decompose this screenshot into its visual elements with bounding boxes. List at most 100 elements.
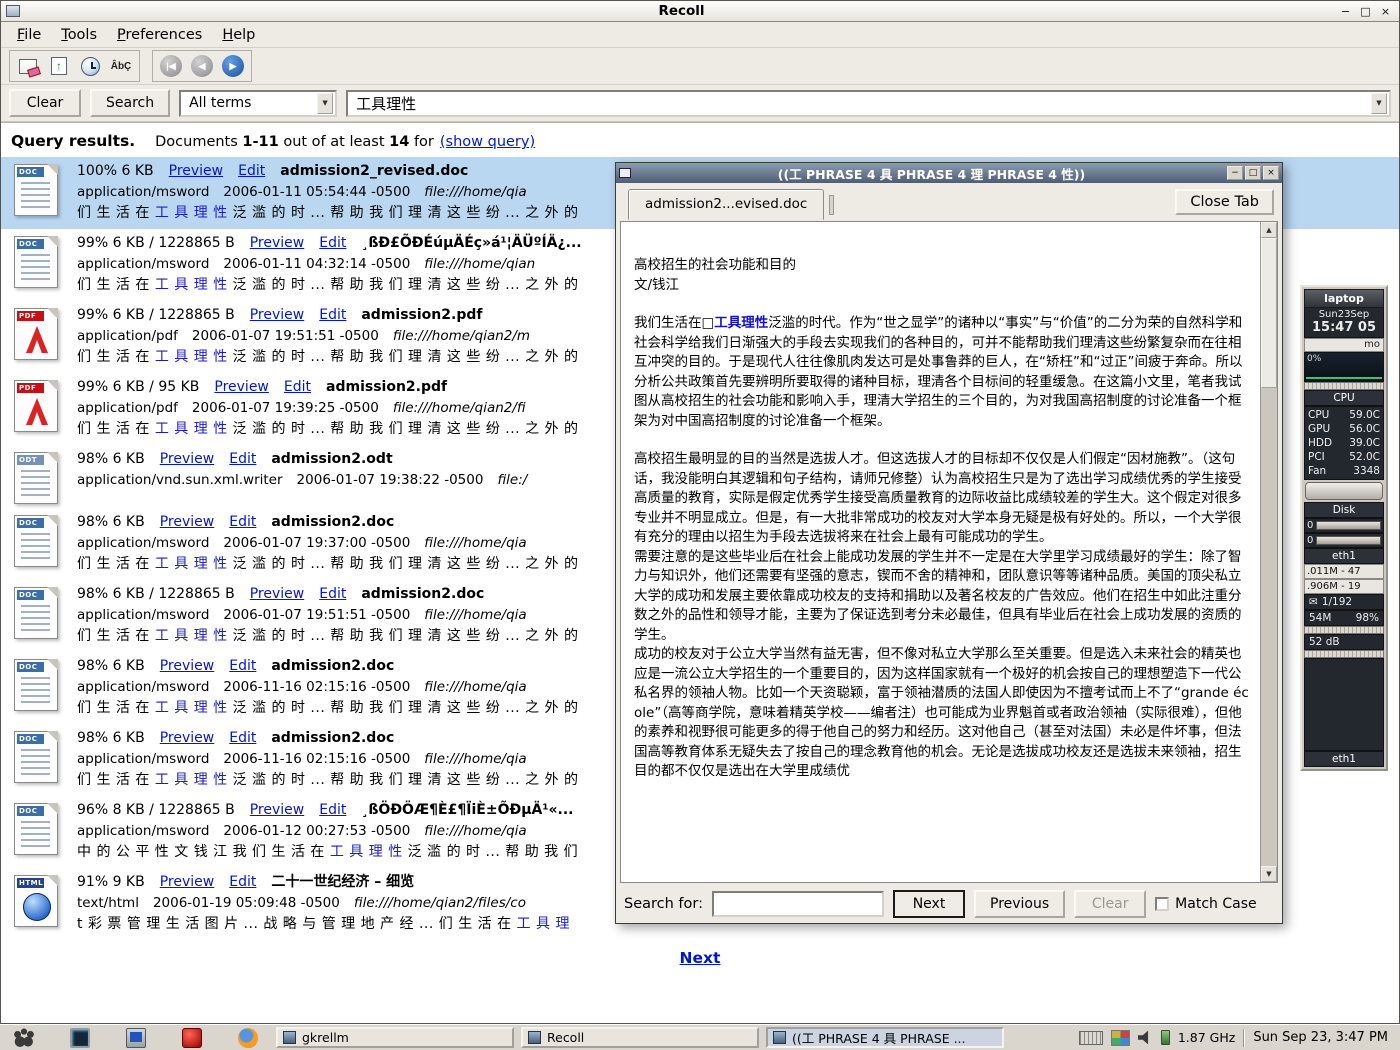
gkrellm-cpu-chart[interactable]: 0% bbox=[1304, 352, 1384, 382]
snippet-text: 们 生 活 在 bbox=[77, 277, 155, 293]
find-previous-button[interactable]: Previous bbox=[974, 890, 1065, 918]
document-type-icon: DOC bbox=[7, 800, 65, 864]
match-case-label: Match Case bbox=[1175, 896, 1256, 912]
preview-link[interactable]: Preview bbox=[214, 377, 269, 398]
workspace-pager-icon[interactable] bbox=[1111, 1030, 1130, 1046]
find-next-button[interactable]: Next bbox=[893, 890, 965, 918]
tab-grip bbox=[829, 195, 834, 215]
next-page-link[interactable]: Next bbox=[680, 949, 721, 967]
keyboard-layout-icon[interactable] bbox=[1079, 1031, 1103, 1045]
preview-link[interactable]: Preview bbox=[250, 584, 305, 605]
scroll-down-icon[interactable]: ▼ bbox=[1261, 866, 1277, 882]
edit-link[interactable]: Edit bbox=[284, 377, 311, 398]
page-lines bbox=[21, 821, 50, 848]
snippet-text: 泛 滥 的 时 ... 帮 助 我 们 理 清 这 些 纷 ... 之 外 的 bbox=[228, 421, 579, 437]
menu-item[interactable]: Tools bbox=[53, 24, 105, 46]
history-tool-button[interactable] bbox=[76, 53, 104, 79]
preview-link[interactable]: Preview bbox=[160, 449, 215, 470]
match-case-checkbox[interactable] bbox=[1155, 897, 1169, 911]
gkrellm-mail[interactable]: ✉ 1/192 bbox=[1304, 594, 1384, 610]
snippet-text: 泛 滥 的 时 ... 帮 助 我 们 理 清 这 些 纷 ... 之 外 的 bbox=[228, 277, 579, 293]
show-query-link[interactable]: (show query) bbox=[440, 134, 535, 150]
preview-paragraph: 成功的校友对于公立大学当然有益无害，但不像对私立大学那么至关重要。但是选入未来社… bbox=[634, 645, 1250, 782]
result-mime: text/html bbox=[77, 893, 139, 914]
package-icon[interactable] bbox=[182, 1028, 202, 1048]
save-results-tool-button[interactable]: ↑ bbox=[45, 53, 73, 79]
taskbar-clock[interactable]: Sun Sep 23, 3:47 PM bbox=[1253, 1030, 1388, 1045]
clear-button[interactable]: Clear bbox=[9, 89, 81, 117]
close-icon[interactable]: × bbox=[1377, 4, 1394, 19]
preview-link[interactable]: Preview bbox=[250, 233, 305, 254]
preview-content[interactable]: 高校招生的社会功能和目的 文/钱江 我们生活在□工具理性泛滥的时代。作为“世之显… bbox=[621, 222, 1260, 882]
maximize-icon[interactable]: □ bbox=[1245, 166, 1261, 180]
edit-link[interactable]: Edit bbox=[319, 233, 346, 254]
menu-item[interactable]: Preferences bbox=[109, 24, 210, 46]
result-filename: admission2_revised.doc bbox=[280, 161, 468, 182]
window-manager-icon[interactable] bbox=[14, 1028, 34, 1048]
preview-link[interactable]: Preview bbox=[160, 728, 215, 749]
edit-link[interactable]: Edit bbox=[319, 305, 346, 326]
term-explorer-tool-button[interactable]: ÂbÇ bbox=[107, 53, 135, 79]
preview-tab[interactable]: admission2...evised.doc bbox=[628, 189, 824, 220]
gkrellm-chart-area bbox=[1304, 658, 1384, 751]
page-lines bbox=[21, 605, 50, 632]
terminal-icon[interactable] bbox=[70, 1028, 90, 1048]
search-mode-select[interactable]: All terms ▼ bbox=[179, 90, 337, 117]
edit-link[interactable]: Edit bbox=[229, 656, 256, 677]
taskbar-task[interactable]: ((工 PHRASE 4 具 PHRASE ... bbox=[766, 1027, 1004, 1048]
disk-meter-bar bbox=[1316, 536, 1381, 545]
taskbar-task[interactable]: gkrellm bbox=[276, 1027, 514, 1048]
minimize-icon[interactable]: − bbox=[1227, 166, 1243, 180]
preview-link[interactable]: Preview bbox=[250, 305, 305, 326]
next-page-button[interactable]: ▶ bbox=[219, 53, 247, 79]
preview-link[interactable]: Preview bbox=[250, 800, 305, 821]
snippet-text: 们 生 活 在 bbox=[77, 349, 155, 365]
preview-titlebar[interactable]: ((工 PHRASE 4 具 PHRASE 4 理 PHRASE 4 性)) −… bbox=[616, 163, 1282, 183]
taskbar-task[interactable]: Recoll bbox=[521, 1027, 759, 1048]
term-explorer-icon: ÂbÇ bbox=[111, 61, 132, 72]
chevron-down-icon[interactable]: ▼ bbox=[1371, 93, 1387, 114]
search-button[interactable]: Search bbox=[90, 89, 170, 117]
edit-link[interactable]: Edit bbox=[319, 800, 346, 821]
display-icon[interactable] bbox=[126, 1028, 146, 1048]
edit-link[interactable]: Edit bbox=[238, 161, 265, 182]
sensor-value: 59.0C bbox=[1349, 408, 1380, 422]
previous-page-button[interactable]: ◀ bbox=[188, 53, 216, 79]
close-icon[interactable]: × bbox=[1263, 166, 1279, 180]
volume-icon[interactable] bbox=[1138, 1030, 1153, 1045]
task-label: ((工 PHRASE 4 具 PHRASE ... bbox=[792, 1028, 966, 1047]
edit-link[interactable]: Edit bbox=[229, 449, 256, 470]
menu-item[interactable]: Help bbox=[214, 24, 263, 46]
task-window-icon bbox=[283, 1031, 296, 1044]
preview-link[interactable]: Preview bbox=[169, 161, 224, 182]
find-clear-button[interactable]: Clear bbox=[1074, 890, 1146, 918]
gkrellm-clock[interactable]: Sun23Sep 15:47 05 bbox=[1304, 308, 1384, 338]
preview-scrollbar[interactable]: ▲ ▼ bbox=[1260, 222, 1277, 882]
snippet-text: 泛 滥 的 时 ... 帮 助 我 们 理 清 这 些 纷 ... 之 外 的 bbox=[228, 556, 579, 572]
edit-link[interactable]: Edit bbox=[229, 512, 256, 533]
edit-link[interactable]: Edit bbox=[319, 584, 346, 605]
scroll-up-icon[interactable]: ▲ bbox=[1261, 222, 1277, 238]
minimize-icon[interactable]: − bbox=[1337, 4, 1354, 19]
result-mime: application/msword bbox=[77, 677, 209, 698]
preview-link[interactable]: Preview bbox=[160, 512, 215, 533]
main-titlebar[interactable]: Recoll − □ × bbox=[1, 1, 1399, 22]
first-page-button[interactable]: |◀ bbox=[157, 53, 185, 79]
find-input[interactable] bbox=[712, 891, 884, 917]
search-query-input[interactable]: 工具理性 ▼ bbox=[346, 90, 1391, 117]
menu-item[interactable]: File bbox=[9, 24, 49, 46]
edit-link[interactable]: Edit bbox=[229, 728, 256, 749]
scrollbar-thumb[interactable] bbox=[1261, 238, 1277, 388]
sensor-row: PCI 52.0C bbox=[1308, 450, 1380, 464]
preview-link[interactable]: Preview bbox=[160, 656, 215, 677]
main-window-title: Recoll bbox=[26, 3, 1337, 19]
gkrellm-hostname[interactable]: laptop bbox=[1304, 289, 1384, 308]
firefox-icon[interactable] bbox=[238, 1028, 258, 1048]
maximize-icon[interactable]: □ bbox=[1357, 4, 1374, 19]
edit-link[interactable]: Edit bbox=[229, 872, 256, 893]
close-tab-button[interactable]: Close Tab bbox=[1175, 189, 1274, 215]
result-date: 2006-11-16 02:15:16 -0500 bbox=[223, 749, 410, 770]
result-mime: application/pdf bbox=[77, 398, 178, 419]
clear-search-tool-button[interactable] bbox=[14, 53, 42, 79]
preview-link[interactable]: Preview bbox=[160, 872, 215, 893]
